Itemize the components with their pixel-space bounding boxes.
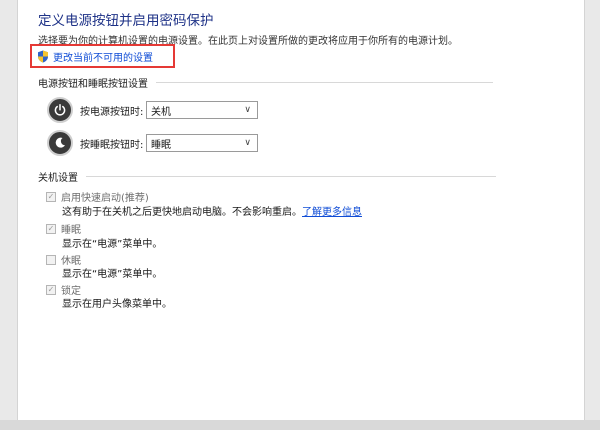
power-section-title: 电源按钮和睡眠按钮设置 <box>38 79 148 90</box>
change-link-text[interactable]: 更改当前不可用的设置 <box>53 49 153 64</box>
hibernate-checkbox[interactable] <box>46 254 56 265</box>
window-bottom-edge <box>0 420 600 430</box>
window-left-edge <box>0 0 18 430</box>
sleep-checkbox[interactable]: ✓ <box>46 223 56 234</box>
power-section-header: 电源按钮和睡眠按钮设置 <box>38 75 493 90</box>
power-button-action-select[interactable]: 关机 ∨ <box>146 101 258 119</box>
change-unavailable-settings-link[interactable]: 更改当前不可用的设置 <box>37 49 153 64</box>
window-right-edge <box>584 0 600 430</box>
power-button-action-value: 关机 <box>151 106 171 118</box>
fast-startup-checkbox[interactable]: ✓ <box>46 191 56 202</box>
fast-startup-option: ✓ 启用快速启动(推荐) <box>46 189 149 204</box>
lock-description: 显示在用户头像菜单中。 <box>62 299 172 310</box>
section-divider <box>86 176 496 177</box>
sleep-button-row: 按睡眠按钮时: 睡眠 ∨ <box>47 130 258 156</box>
fast-startup-description: 这有助于在关机之后更快地启动电脑。不会影响重启。了解更多信息 <box>62 203 362 218</box>
fast-startup-desc-text: 这有助于在关机之后更快地启动电脑。不会影响重启。 <box>62 207 302 218</box>
shutdown-section-header: 关机设置 <box>38 169 496 184</box>
hibernate-description: 显示在“电源”菜单中。 <box>62 269 163 280</box>
power-button-row: 按电源按钮时: 关机 ∨ <box>47 97 258 123</box>
page-title: 定义电源按钮并启用密码保护 <box>38 13 214 29</box>
sleep-button-action-select[interactable]: 睡眠 ∨ <box>146 134 258 152</box>
sleep-button-action-value: 睡眠 <box>151 139 171 151</box>
sleep-option: ✓ 睡眠 <box>46 221 81 236</box>
fast-startup-label: 启用快速启动(推荐) <box>61 193 149 204</box>
uac-shield-icon <box>38 50 48 63</box>
sleep-button-label: 按睡眠按钮时: <box>80 139 144 151</box>
lock-checkbox[interactable]: ✓ <box>46 284 56 295</box>
power-button-label: 按电源按钮时: <box>80 106 144 118</box>
sleep-label: 睡眠 <box>61 225 81 236</box>
learn-more-link[interactable]: 了解更多信息 <box>302 207 362 218</box>
moon-icon <box>47 130 73 156</box>
chevron-down-icon: ∨ <box>244 138 251 148</box>
section-divider <box>156 82 493 83</box>
power-icon <box>47 97 73 123</box>
shutdown-section-title: 关机设置 <box>38 173 78 184</box>
sleep-description: 显示在“电源”菜单中。 <box>62 239 163 250</box>
chevron-down-icon: ∨ <box>244 105 251 115</box>
